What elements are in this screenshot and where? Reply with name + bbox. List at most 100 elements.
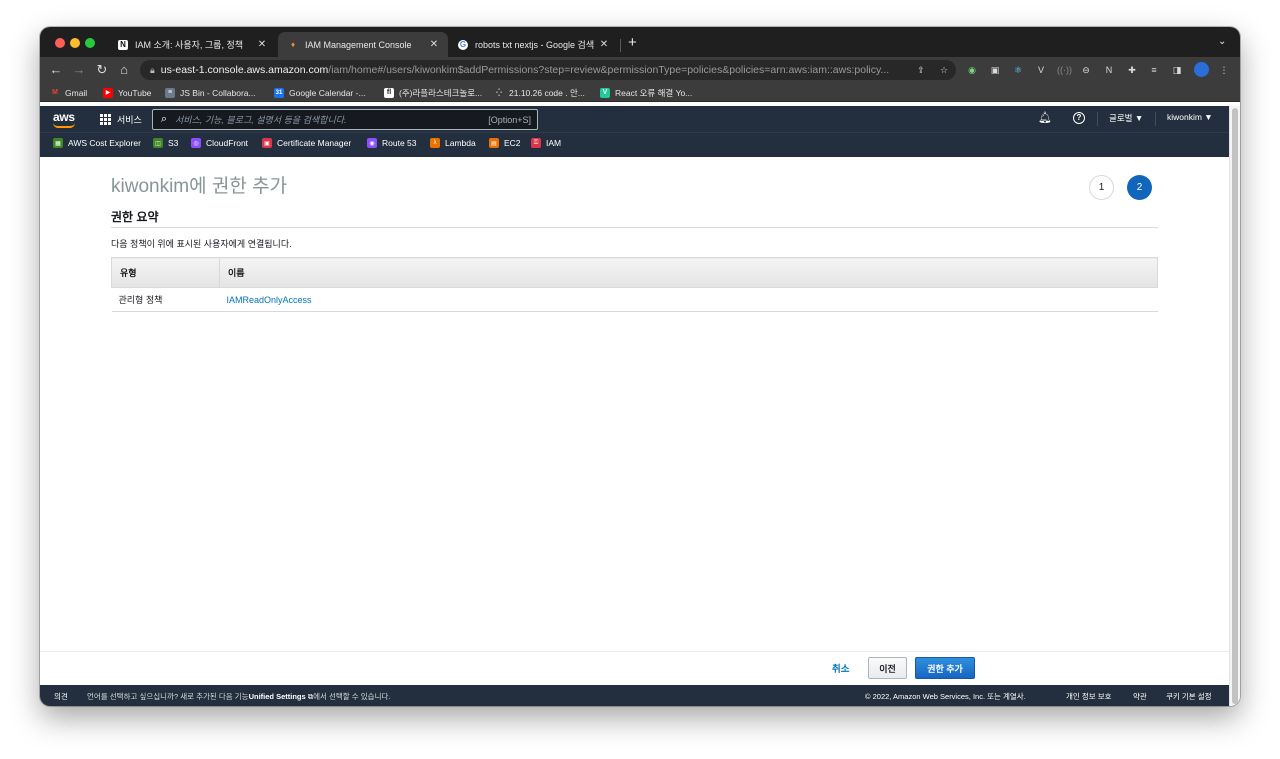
- search-input[interactable]: 서비스, 기능, 블로그, 설명서 등을 검색합니다.: [175, 113, 488, 126]
- extension-icon[interactable]: ⊖: [1080, 64, 1092, 76]
- address-bar[interactable]: 🔒︎ us-east-1.console.aws.amazon.com /iam…: [140, 60, 956, 80]
- aws-console-nav: aws 서비스 ⌕ 서비스, 기능, 블로그, 설명서 등을 검색합니다. [O…: [40, 106, 1229, 132]
- previous-button[interactable]: 이전: [868, 657, 907, 679]
- account-menu[interactable]: kiwonkim ▼: [1167, 112, 1213, 122]
- ec2-icon: ▤: [489, 138, 499, 148]
- back-icon[interactable]: ←: [48, 61, 64, 79]
- help-icon[interactable]: ?: [1073, 112, 1085, 124]
- bookmark-label: 21.10.26 code . 안...: [509, 87, 585, 98]
- page-scrollbar[interactable]: [1229, 106, 1240, 706]
- favorite-label: Lambda: [445, 138, 476, 148]
- bookmark-star-icon[interactable]: ☆: [938, 64, 950, 76]
- extension-icon[interactable]: ((·)): [1057, 64, 1072, 76]
- favorite-ec2[interactable]: ▤ EC2: [489, 138, 521, 148]
- minimize-window-button[interactable]: [70, 38, 80, 48]
- cookie-preferences-link[interactable]: 쿠키 기본 설정: [1166, 691, 1212, 702]
- favorite-cloudfront[interactable]: ◎ CloudFront: [191, 138, 248, 148]
- tab-close-icon[interactable]: ✕: [598, 39, 610, 50]
- terms-link[interactable]: 약관: [1133, 691, 1147, 702]
- tab-strip: N IAM 소개: 사용자, 그룹, 정책 ✕ ♦ IAM Management…: [40, 27, 1240, 57]
- column-header-type[interactable]: 유형: [111, 257, 220, 288]
- bookmark-label: JS Bin - Collabora...: [180, 87, 256, 98]
- external-link-icon: ⧉: [305, 692, 314, 701]
- services-menu[interactable]: 서비스: [117, 113, 142, 126]
- scrollbar-thumb[interactable]: [1232, 108, 1238, 704]
- favorite-iam[interactable]: ⚿ IAM: [531, 138, 561, 148]
- home-icon[interactable]: ⌂: [116, 61, 132, 79]
- language-notice: 언어를 선택하고 싶으십니까? 새로 추가된 다음 기능Unified Sett…: [87, 691, 390, 702]
- url-path: /iam/home#/users/kiwonkim$addPermissions…: [328, 64, 890, 76]
- bookmark-label: YouTube: [118, 87, 152, 98]
- jsbin-icon: ≡: [165, 87, 175, 98]
- tab-separator: [620, 39, 621, 52]
- aws-logo[interactable]: aws: [53, 110, 75, 124]
- favorite-label: Certificate Manager: [277, 138, 352, 148]
- tab-iam-console[interactable]: ♦ IAM Management Console ✕: [278, 32, 448, 57]
- iam-icon: ⚿: [531, 138, 541, 148]
- bookmark-jsbin[interactable]: ≡ JS Bin - Collabora...: [165, 85, 256, 100]
- bookmark-react-error[interactable]: V React 오류 해결 Yo...: [600, 85, 692, 100]
- tab-search-icon[interactable]: ⌄: [1218, 36, 1226, 47]
- extensions-puzzle-icon[interactable]: ✚: [1126, 64, 1138, 76]
- reload-icon[interactable]: ↻: [94, 61, 110, 79]
- bookmark-google-calendar[interactable]: 31 Google Calendar -...: [274, 85, 366, 100]
- close-window-button[interactable]: [55, 38, 65, 48]
- bookmark-gmail[interactable]: M Gmail: [50, 85, 87, 100]
- bookmark-label: React 오류 해결 Yo...: [615, 87, 693, 98]
- notifications-bell-icon[interactable]: 🔔︎: [1038, 111, 1052, 124]
- favorite-route53[interactable]: ◉ Route 53: [367, 138, 417, 148]
- new-tab-button[interactable]: +: [628, 34, 637, 51]
- tab-google-search[interactable]: G robots txt nextjs - Google 검색 ✕: [448, 32, 618, 57]
- dots-icon: ⁛: [495, 89, 503, 97]
- forward-icon[interactable]: →: [71, 61, 87, 79]
- section-divider: [111, 227, 1158, 228]
- extension-icon[interactable]: ▣: [989, 64, 1001, 76]
- section-description: 다음 정책이 위에 표시된 사용자에게 연결됩니다.: [111, 239, 292, 249]
- region-selector[interactable]: 글로벌 ▼: [1109, 112, 1143, 124]
- favorite-label: CloudFront: [206, 138, 249, 148]
- tab-label: IAM Management Console: [305, 39, 412, 50]
- cancel-button[interactable]: 취소: [832, 661, 849, 675]
- column-header-name[interactable]: 이름: [219, 257, 1158, 288]
- favorite-cost-explorer[interactable]: ▦ AWS Cost Explorer: [53, 138, 141, 148]
- notion-extension-icon[interactable]: N: [1103, 64, 1115, 76]
- maximize-window-button[interactable]: [85, 38, 95, 48]
- favorite-lambda[interactable]: λ Lambda: [430, 138, 476, 148]
- tab-iam-intro[interactable]: N IAM 소개: 사용자, 그룹, 정책 ✕: [108, 32, 276, 57]
- profile-avatar-icon[interactable]: [1194, 62, 1209, 77]
- unified-settings-link[interactable]: Unified Settings: [249, 692, 306, 701]
- privacy-link[interactable]: 개인 정보 보호: [1066, 691, 1112, 702]
- policy-name-link[interactable]: IAMReadOnlyAccess: [219, 287, 1158, 312]
- share-icon[interactable]: ⇪: [915, 64, 927, 76]
- tab-label: IAM 소개: 사용자, 그룹, 정책: [135, 40, 244, 50]
- table-row: 관리형 정책 IAMReadOnlyAccess: [111, 287, 1158, 312]
- services-grid-icon[interactable]: [100, 114, 111, 125]
- vue-devtools-icon[interactable]: V: [1035, 64, 1047, 76]
- section-title: 권한 요약: [111, 210, 159, 224]
- main-content: kiwonkim에 권한 추가 1 2 권한 요약 다음 정책이 위에 표시된 …: [40, 157, 1229, 651]
- tab-close-icon[interactable]: ✕: [428, 39, 440, 50]
- console-search[interactable]: ⌕ 서비스, 기능, 블로그, 설명서 등을 검색합니다. [Option+S]: [152, 109, 538, 130]
- react-devtools-icon[interactable]: ⚛: [1012, 64, 1024, 76]
- favorite-s3[interactable]: ◫ S3: [153, 138, 178, 148]
- menu-kebab-icon[interactable]: ⋮: [1218, 64, 1230, 76]
- feedback-link[interactable]: 의견: [54, 691, 68, 702]
- bookmark-label: Gmail: [65, 87, 88, 98]
- bookmark-laplace[interactable]: fl (주)라플라스테크놀로...: [384, 85, 482, 100]
- favorite-certificate-manager[interactable]: ▣ Certificate Manager: [262, 138, 351, 148]
- extension-icon[interactable]: ◉: [966, 64, 978, 76]
- reading-list-icon[interactable]: ≡: [1148, 64, 1160, 76]
- page-title: kiwonkim에 권한 추가: [111, 176, 288, 197]
- bookmark-code-note[interactable]: ⁛ 21.10.26 code . 안...: [494, 85, 585, 100]
- side-panel-icon[interactable]: ◨: [1171, 64, 1183, 76]
- table-header-row: 유형 이름: [111, 257, 1158, 288]
- calendar-icon: 31: [274, 87, 284, 98]
- lock-icon: 🔒︎: [150, 64, 155, 75]
- wizard-step-1[interactable]: 1: [1089, 175, 1114, 200]
- aws-logo-smile: [53, 123, 75, 128]
- favorite-label: Route 53: [382, 138, 417, 148]
- bookmark-youtube[interactable]: ▶ YouTube: [103, 85, 151, 100]
- add-permissions-button[interactable]: 권한 추가: [915, 657, 975, 679]
- favorites-bar: ▦ AWS Cost Explorer ◫ S3 ◎ CloudFront ▣ …: [40, 132, 1229, 157]
- tab-close-icon[interactable]: ✕: [256, 39, 268, 50]
